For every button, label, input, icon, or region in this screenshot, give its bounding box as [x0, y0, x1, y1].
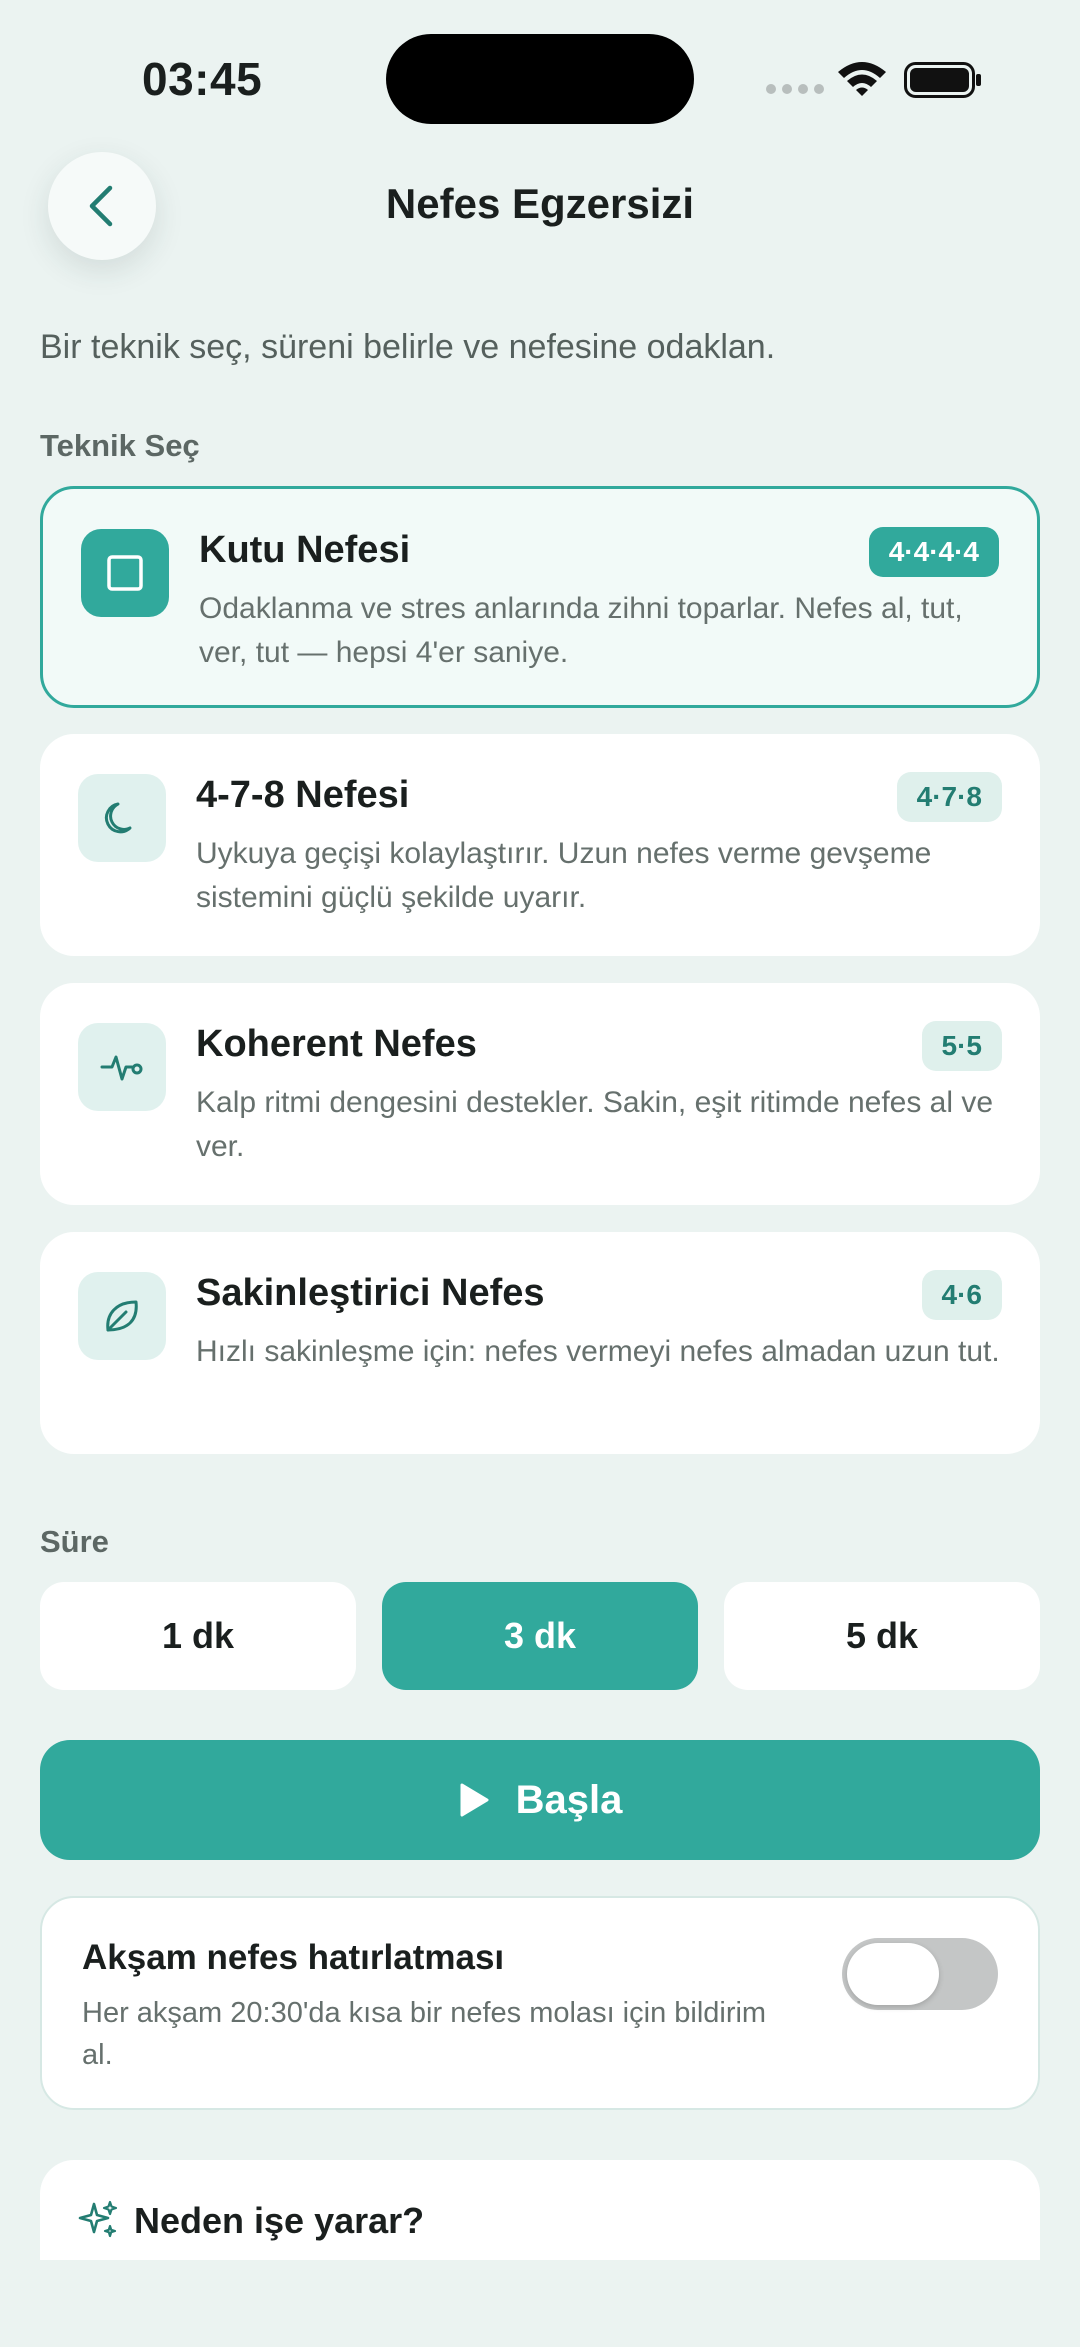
technique-card-kutu-nefesi[interactable]: Kutu Nefesi 4·4·4·4 Odaklanma ve stres a…: [40, 486, 1040, 708]
technique-icon-box: [78, 774, 166, 862]
technique-icon-box: [81, 529, 169, 617]
technique-card-koherent-nefes[interactable]: Koherent Nefes 5·5 Kalp ritmi dengesini …: [40, 983, 1040, 1205]
technique-title: 4-7-8 Nefesi: [196, 774, 410, 816]
technique-title: Kutu Nefesi: [199, 529, 411, 571]
technique-description: Odaklanma ve stres anlarında zihni topar…: [199, 592, 963, 669]
reminder-title: Akşam nefes hatırlatması: [82, 1938, 505, 1977]
toggle-knob: [847, 1943, 939, 2005]
play-icon: [460, 1783, 489, 1817]
page-title: Nefes Egzersizi: [385, 180, 695, 227]
reminder-description: Her akşam 20:30'da kısa bir nefes molası…: [82, 1997, 767, 2071]
technique-pattern-badge: 4·4·4·4: [868, 527, 999, 577]
dynamic-island: [386, 34, 694, 124]
technique-description: Kalp ritmi dengesini destekler. Sakin, e…: [196, 1086, 994, 1163]
duration-option-1-dk[interactable]: 1 dk: [40, 1582, 356, 1690]
screen: 03:45 Nefes Egzersizi Bir teknik seç, sü…: [0, 0, 1080, 2347]
technique-card-sakinlestirici-nefes[interactable]: Sakinleştirici Nefes 4·6 Hızlı sakinleşm…: [40, 1232, 1040, 1454]
why-it-works-card[interactable]: Neden işe yarar?: [40, 2160, 1040, 2260]
technique-section-label: Teknik Seç: [40, 428, 200, 463]
moon-icon: [104, 802, 132, 834]
technique-description: Uykuya geçişi kolaylaştırır. Uzun nefes …: [196, 837, 932, 914]
cellular-signal-icon: [766, 84, 824, 94]
sparkles-icon: [78, 2200, 118, 2238]
bottom-background: [0, 2262, 1080, 2347]
technique-pattern-badge: 4·6: [921, 1270, 1002, 1320]
technique-icon-box: [78, 1023, 166, 1111]
battery-icon: [904, 62, 981, 98]
evening-reminder-card: Akşam nefes hatırlatması Her akşam 20:30…: [40, 1896, 1040, 2110]
start-button[interactable]: Başla: [40, 1740, 1040, 1860]
status-bar: 03:45: [0, 0, 1080, 150]
duration-option-3-dk[interactable]: 3 dk: [382, 1582, 698, 1690]
wifi-icon: [838, 62, 886, 96]
technique-icon-box: [78, 1272, 166, 1360]
start-button-label: Başla: [515, 1777, 623, 1822]
intro-text: Bir teknik seç, süreni belirle ve nefesi…: [40, 328, 776, 366]
reminder-toggle[interactable]: [842, 1938, 998, 2010]
duration-option-5-dk[interactable]: 5 dk: [724, 1582, 1040, 1690]
technique-description: Hızlı sakinleşme için: nefes vermeyi nef…: [196, 1335, 1000, 1368]
leaf-icon: [106, 1300, 138, 1332]
technique-pattern-badge: 5·5: [921, 1021, 1002, 1071]
technique-title: Sakinleştirici Nefes: [196, 1272, 545, 1314]
square-icon: [107, 555, 143, 591]
why-title: Neden işe yarar?: [134, 2200, 425, 2241]
duration-section-label: Süre: [40, 1524, 109, 1559]
heartbeat-icon: [100, 1055, 143, 1081]
technique-pattern-badge: 4·7·8: [896, 772, 1002, 822]
technique-title: Koherent Nefes: [196, 1023, 477, 1065]
status-time: 03:45: [142, 53, 263, 105]
technique-card-4-7-8-nefesi[interactable]: 4-7-8 Nefesi 4·7·8 Uykuya geçişi kolayla…: [40, 734, 1040, 956]
